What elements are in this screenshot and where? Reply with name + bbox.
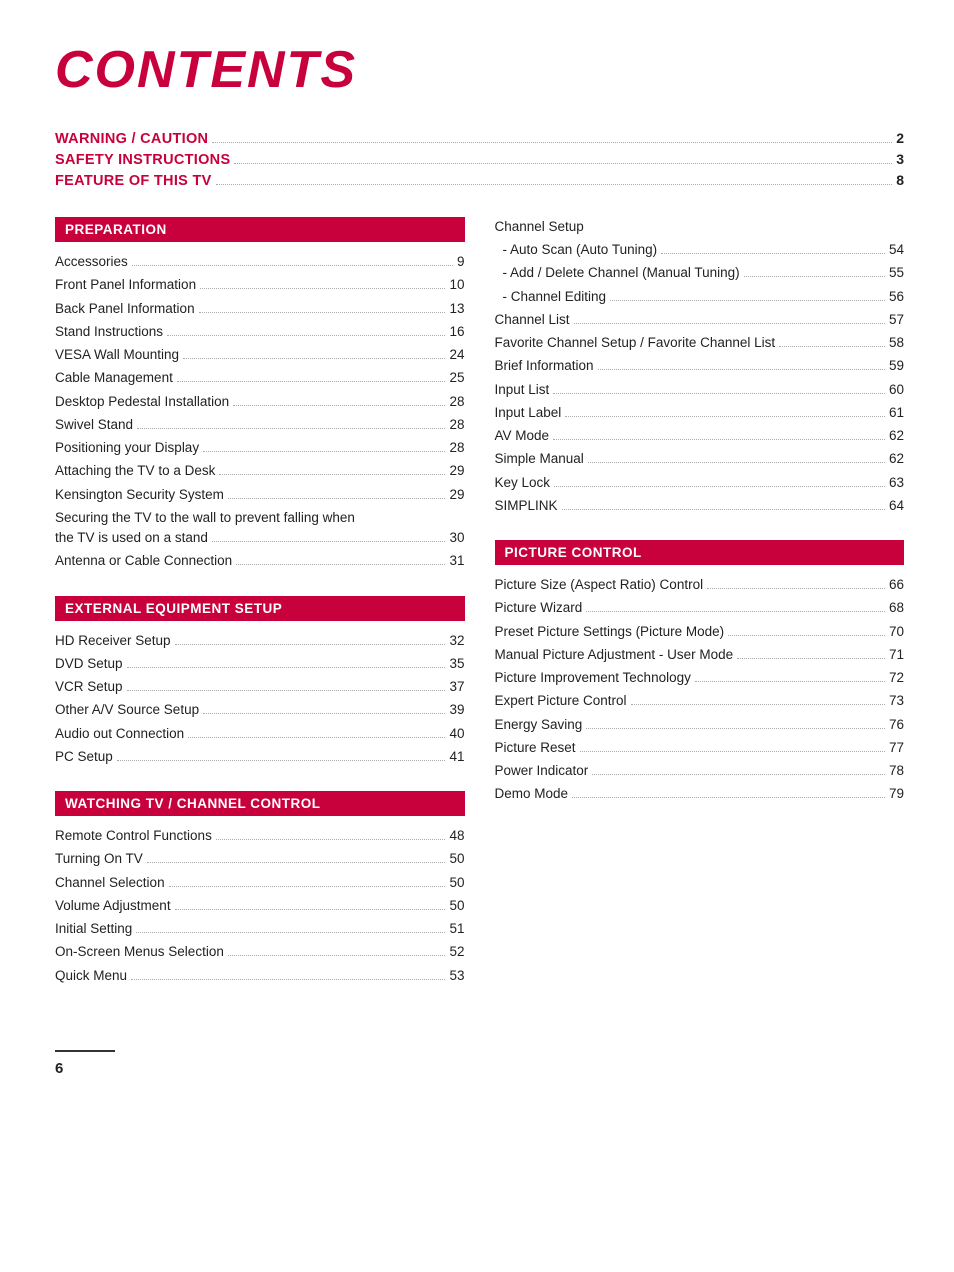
section-watching-header: WATCHING TV / CHANNEL CONTROL [55, 791, 465, 816]
list-item: Remote Control Functions 48 [55, 826, 465, 846]
warning-page: 2 [896, 130, 904, 146]
channel-setup-items: - Auto Scan (Auto Tuning) 54 - Add / Del… [495, 240, 905, 516]
list-item: Key Lock 63 [495, 473, 905, 493]
list-item: Securing the TV to the wall to prevent f… [55, 508, 465, 549]
page-title: CONTENTS [55, 40, 904, 100]
list-item: Other A/V Source Setup 39 [55, 700, 465, 720]
list-item: VCR Setup 37 [55, 677, 465, 697]
list-item: Desktop Pedestal Installation 28 [55, 392, 465, 412]
section-picture-control: PICTURE CONTROL Picture Size (Aspect Rat… [495, 540, 905, 805]
feature-dots [216, 184, 893, 185]
list-item: Channel List 57 [495, 310, 905, 330]
section-external-header: EXTERNAL EQUIPMENT SETUP [55, 596, 465, 621]
list-item: Favorite Channel Setup / Favorite Channe… [495, 333, 905, 353]
channel-setup-label: Channel Setup [495, 219, 905, 234]
list-item: Back Panel Information 13 [55, 299, 465, 319]
list-item: Energy Saving 76 [495, 715, 905, 735]
list-item: Simple Manual 62 [495, 449, 905, 469]
page-number: 6 [55, 1060, 63, 1077]
feature-label: FEATURE OF THIS TV [55, 173, 212, 189]
top-link-warning: WARNING / CAUTION 2 [55, 130, 904, 147]
list-item: Front Panel Information 10 [55, 275, 465, 295]
list-item: - Add / Delete Channel (Manual Tuning) 5… [495, 263, 905, 283]
list-item: Initial Setting 51 [55, 919, 465, 939]
section-channel-setup: Channel Setup - Auto Scan (Auto Tuning) … [495, 219, 905, 516]
top-links: WARNING / CAUTION 2 SAFETY INSTRUCTIONS … [55, 130, 904, 189]
list-item: Volume Adjustment 50 [55, 896, 465, 916]
list-item: - Channel Editing 56 [495, 287, 905, 307]
list-item: Attaching the TV to a Desk 29 [55, 461, 465, 481]
preparation-items: Accessories 9 Front Panel Information 10… [55, 252, 465, 572]
list-item: Antenna or Cable Connection 31 [55, 551, 465, 571]
section-watching-tv: WATCHING TV / CHANNEL CONTROL Remote Con… [55, 791, 465, 986]
picture-control-items: Picture Size (Aspect Ratio) Control 66 P… [495, 575, 905, 805]
list-item: Cable Management 25 [55, 368, 465, 388]
list-item: HD Receiver Setup 32 [55, 631, 465, 651]
section-preparation: PREPARATION Accessories 9 Front Panel In… [55, 217, 465, 572]
list-item: Quick Menu 53 [55, 966, 465, 986]
list-item: Brief Information 59 [495, 356, 905, 376]
section-external-equipment: EXTERNAL EQUIPMENT SETUP HD Receiver Set… [55, 596, 465, 768]
list-item: Positioning your Display 28 [55, 438, 465, 458]
list-item: On-Screen Menus Selection 52 [55, 942, 465, 962]
list-item: Audio out Connection 40 [55, 724, 465, 744]
list-item: Picture Wizard 68 [495, 598, 905, 618]
page-number-area: 6 [55, 1050, 115, 1077]
list-item: Expert Picture Control 73 [495, 691, 905, 711]
list-item: Preset Picture Settings (Picture Mode) 7… [495, 622, 905, 642]
list-item: Input List 60 [495, 380, 905, 400]
warning-label: WARNING / CAUTION [55, 131, 208, 147]
list-item: Kensington Security System 29 [55, 485, 465, 505]
list-item: Input Label 61 [495, 403, 905, 423]
list-item: Power Indicator 78 [495, 761, 905, 781]
list-item: PC Setup 41 [55, 747, 465, 767]
section-preparation-header: PREPARATION [55, 217, 465, 242]
top-link-safety: SAFETY INSTRUCTIONS 3 [55, 151, 904, 168]
list-item: Picture Improvement Technology 72 [495, 668, 905, 688]
list-item: SIMPLINK 64 [495, 496, 905, 516]
section-picture-header: PICTURE CONTROL [495, 540, 905, 565]
main-content: PREPARATION Accessories 9 Front Panel In… [55, 217, 904, 1010]
warning-dots [212, 142, 892, 143]
list-item: Demo Mode 79 [495, 784, 905, 804]
list-item: Manual Picture Adjustment - User Mode 71 [495, 645, 905, 665]
watching-items: Remote Control Functions 48 Turning On T… [55, 826, 465, 986]
list-item: Picture Reset 77 [495, 738, 905, 758]
list-item: Accessories 9 [55, 252, 465, 272]
list-item: Turning On TV 50 [55, 849, 465, 869]
safety-label: SAFETY INSTRUCTIONS [55, 152, 230, 168]
feature-page: 8 [896, 172, 904, 188]
right-column: Channel Setup - Auto Scan (Auto Tuning) … [495, 217, 905, 1010]
left-column: PREPARATION Accessories 9 Front Panel In… [55, 217, 465, 1010]
list-item: VESA Wall Mounting 24 [55, 345, 465, 365]
external-items: HD Receiver Setup 32 DVD Setup 35 VCR Se… [55, 631, 465, 768]
list-item: Picture Size (Aspect Ratio) Control 66 [495, 575, 905, 595]
list-item: AV Mode 62 [495, 426, 905, 446]
list-item: Channel Selection 50 [55, 873, 465, 893]
top-link-feature: FEATURE OF THIS TV 8 [55, 172, 904, 189]
safety-page: 3 [896, 151, 904, 167]
safety-dots [234, 163, 892, 164]
list-item: DVD Setup 35 [55, 654, 465, 674]
list-item: Stand Instructions 16 [55, 322, 465, 342]
list-item: - Auto Scan (Auto Tuning) 54 [495, 240, 905, 260]
list-item: Swivel Stand 28 [55, 415, 465, 435]
